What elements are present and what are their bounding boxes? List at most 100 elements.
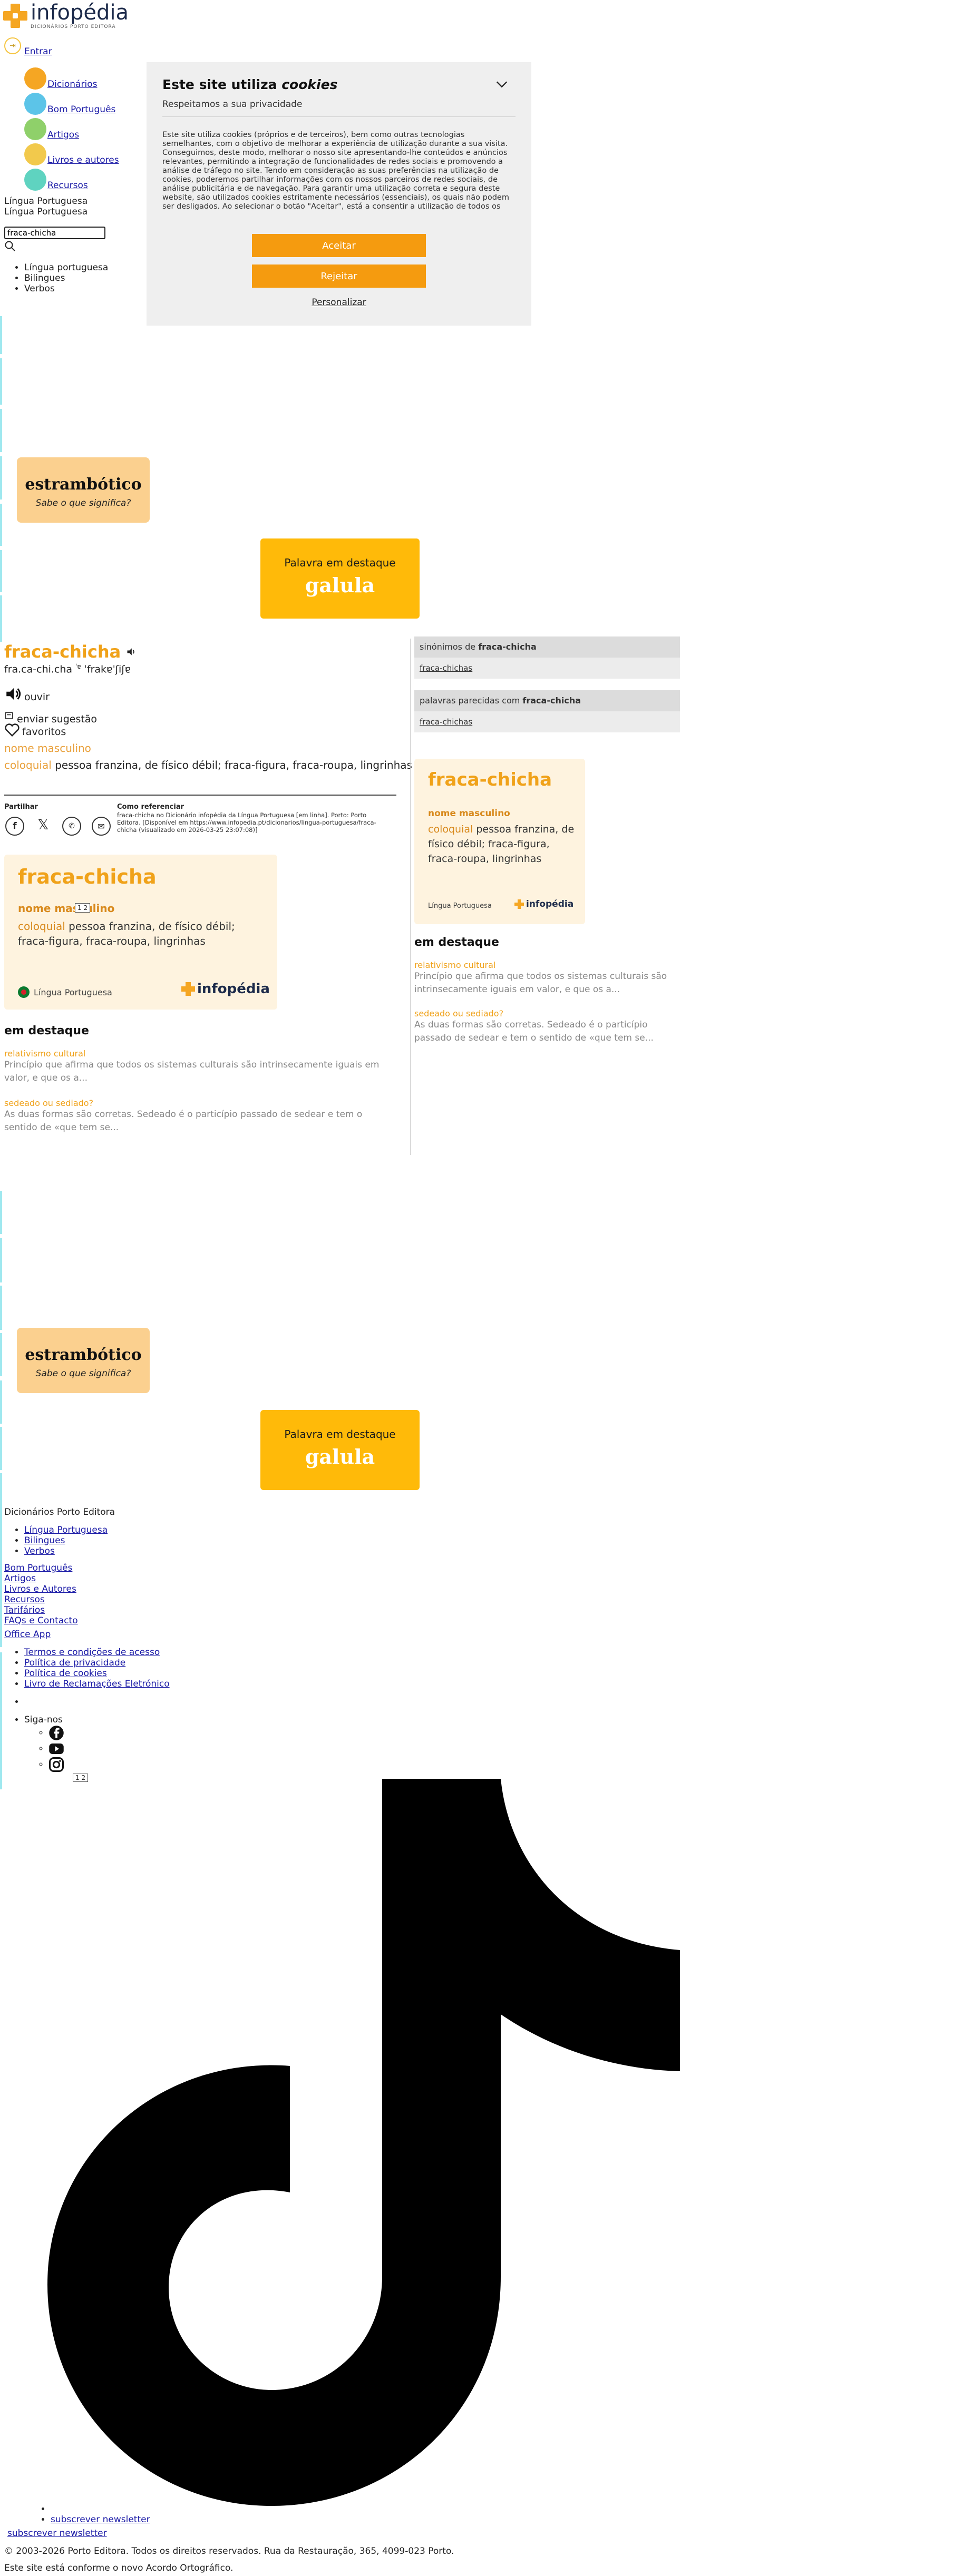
footer-link[interactable]: Política de cookies <box>24 1668 107 1679</box>
search-input[interactable] <box>4 227 105 239</box>
footer-link[interactable]: Livro de Reclamações Eletrónico <box>24 1679 170 1689</box>
email-icon[interactable]: ✉ <box>92 817 111 836</box>
card-headword: fraca-chicha <box>428 769 552 790</box>
featured-word-card[interactable]: Palavra em destaque galula <box>260 1410 420 1490</box>
listen-button[interactable]: ouvir <box>4 685 50 703</box>
nav-item-livros[interactable]: Livros e autores <box>24 140 119 165</box>
card-logo-text: infopédia <box>526 899 574 909</box>
quiz-question: Sabe o que significa? <box>35 498 131 508</box>
footer-link[interactable]: Livros e Autores <box>4 1584 76 1594</box>
featured-word-card[interactable]: Palavra em destaque galula <box>260 538 420 619</box>
synonym-link[interactable]: fraca-chichas <box>420 663 472 673</box>
language-select[interactable]: Língua Portuguesa <box>4 207 87 217</box>
highlight-title[interactable]: relativismo cultural <box>4 1049 394 1059</box>
nav-item-artigos[interactable]: Artigos <box>24 115 119 140</box>
facebook-icon[interactable]: f <box>5 817 24 836</box>
copyright: © 2003-2026 Porto Editora. Todos os dire… <box>4 2546 454 2557</box>
resources-icon <box>24 169 46 191</box>
nav-item-dicionarios[interactable]: Dicionários <box>24 64 119 90</box>
footer-link[interactable]: Bom Português <box>4 1563 72 1573</box>
reject-button[interactable]: Rejeitar <box>252 265 426 288</box>
chevron-down-icon[interactable] <box>494 77 509 92</box>
highlight-item[interactable]: relativismo cultural Princípio que afirm… <box>4 1049 394 1085</box>
newsletter-link[interactable]: subscrever newsletter <box>7 2528 107 2539</box>
portugal-flag-icon <box>18 986 30 998</box>
column-divider <box>410 639 411 1155</box>
speaker-icon[interactable] <box>126 647 137 657</box>
language-option[interactable]: Verbos <box>24 283 108 294</box>
similar-link[interactable]: fraca-chichas <box>420 717 472 727</box>
office-app-link[interactable]: Office App <box>4 1629 51 1640</box>
footer-link[interactable]: Tarifários <box>4 1605 45 1615</box>
edit-icon <box>5 712 13 719</box>
highlights-title: em destaque <box>4 1024 89 1037</box>
login-link[interactable]: ⇥ Entrar <box>4 35 52 57</box>
nav-item-recursos[interactable]: Recursos <box>24 165 119 191</box>
footer-link[interactable]: Política de privacidade <box>24 1658 125 1668</box>
highlight-title[interactable]: relativismo cultural <box>414 960 673 970</box>
word-quiz-card[interactable]: estrambótico Sabe o que significa? <box>17 1328 150 1393</box>
customize-link[interactable]: Personalizar <box>147 297 531 308</box>
card-language-label: Língua Portuguesa <box>428 902 492 910</box>
nav-label[interactable]: Dicionários <box>47 79 97 90</box>
accept-button[interactable]: Aceitar <box>252 234 426 257</box>
quiz-word: estrambótico <box>25 1346 142 1364</box>
highlight-title[interactable]: sedeado ou sediado? <box>4 1098 394 1108</box>
footer-legal: Termos e condições de acesso Política de… <box>0 1647 170 1689</box>
card-register: coloquial <box>18 920 65 933</box>
card-register: coloquial <box>428 824 473 835</box>
language-selector[interactable]: Língua Portuguesa Língua Portuguesa <box>4 196 87 217</box>
favorites-button[interactable]: favoritos <box>4 722 66 738</box>
cookie-banner: Este site utiliza cookies Respeitamos a … <box>147 62 531 326</box>
nav-label[interactable]: Livros e autores <box>47 155 119 165</box>
newsletter-link[interactable]: subscrever newsletter <box>51 2514 150 2525</box>
footer-link[interactable]: FAQs e Contacto <box>4 1615 78 1626</box>
footer-newsletter-list: subscrever newsletter <box>26 2504 150 2525</box>
nav-item-bom-portugues[interactable]: Bom Português <box>24 90 119 115</box>
youtube-icon[interactable] <box>48 1741 64 1757</box>
word-share-card: fraca-chicha nome masculino 1 2 coloquia… <box>4 855 277 1010</box>
word-quiz-card[interactable]: estrambótico Sabe o que significa? <box>17 457 150 523</box>
syllabification: fra.ca-chi.cha <box>4 663 73 675</box>
x-icon[interactable]: 𝕏 <box>35 817 52 834</box>
highlight-title[interactable]: sedeado ou sediado? <box>414 1008 673 1018</box>
cookie-title: Este site utiliza cookies <box>162 77 338 92</box>
login-label[interactable]: Entrar <box>24 46 52 57</box>
newsletter-label[interactable]: subscrever newsletter <box>7 2528 107 2539</box>
footer-link[interactable]: Verbos <box>24 1546 55 1556</box>
footer-link[interactable]: Artigos <box>4 1573 36 1584</box>
language-option[interactable]: Bilingues <box>24 273 108 283</box>
ipa-marker: ˈɐ <box>75 663 81 670</box>
accent-strip <box>0 1380 2 1424</box>
highlight-item[interactable]: sedeado ou sediado? As duas formas são c… <box>4 1098 394 1134</box>
nav-label[interactable]: Bom Português <box>47 104 115 115</box>
nav-label[interactable]: Artigos <box>47 130 79 140</box>
footer-link[interactable]: Língua Portuguesa <box>24 1525 108 1535</box>
search-icon[interactable] <box>4 240 16 252</box>
bom-portugues-icon <box>24 93 46 115</box>
nav-label[interactable]: Recursos <box>47 180 88 191</box>
highlight-item[interactable]: sedeado ou sediado? As duas formas são c… <box>414 1008 673 1045</box>
whatsapp-icon[interactable]: ✆ <box>62 817 81 836</box>
empty-list-item <box>24 1697 64 1707</box>
highlight-item[interactable]: relativismo cultural Princípio que afirm… <box>414 960 673 996</box>
highlights-title: em destaque <box>414 936 499 949</box>
facebook-icon[interactable] <box>48 1725 64 1741</box>
reference-label: Como referenciar <box>117 803 184 811</box>
instagram-icon[interactable] <box>48 1757 64 1772</box>
footer-link[interactable]: Recursos <box>4 1594 45 1605</box>
card-logo: infopédia <box>514 899 573 909</box>
logo-subtitle: DICIONÁRIOS PORTO EDITORA <box>31 24 116 30</box>
footer-link[interactable]: Termos e condições de acesso <box>24 1647 160 1658</box>
language-option[interactable]: Língua portuguesa <box>24 262 108 273</box>
definition: coloquial pessoa franzina, de físico déb… <box>4 759 412 771</box>
quiz-word: estrambótico <box>25 475 142 494</box>
accent-strip <box>0 1286 2 1330</box>
site-logo[interactable]: infopédia DICIONÁRIOS PORTO EDITORA <box>3 2 129 30</box>
footer-link[interactable]: Bilingues <box>24 1535 65 1546</box>
favorites-label: favoritos <box>22 726 66 738</box>
office-app-label[interactable]: Office App <box>4 1629 51 1640</box>
accent-strip <box>0 456 2 499</box>
divider <box>162 116 516 117</box>
tiktok-icon[interactable] <box>47 1779 680 2506</box>
